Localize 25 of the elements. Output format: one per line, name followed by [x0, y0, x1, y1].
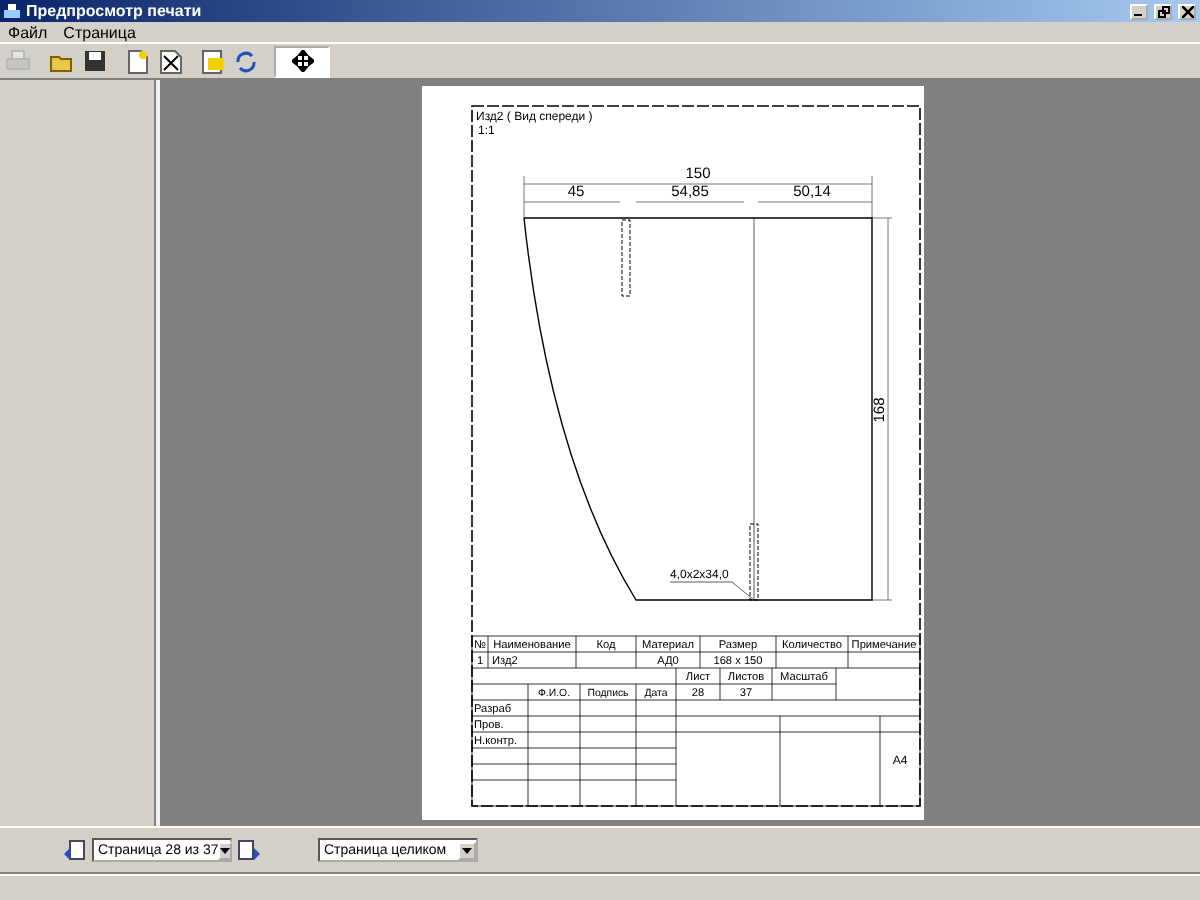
- restore-icon: [1157, 5, 1169, 17]
- toolbar-button[interactable]: [274, 45, 330, 77]
- folder-icon: [50, 51, 74, 71]
- leader-line: [668, 581, 754, 601]
- previous-page-icon[interactable]: [64, 839, 86, 861]
- page-setup-icon: [202, 49, 226, 73]
- dropdown-arrow-icon: [462, 847, 472, 853]
- hidden-hole: [620, 219, 630, 297]
- minimize-button[interactable]: [1130, 3, 1148, 19]
- move-arrows-icon: [291, 50, 313, 72]
- printer-icon: [6, 50, 30, 72]
- next-page-icon[interactable]: [238, 839, 260, 861]
- refresh-arrows-icon: [234, 49, 258, 73]
- menu-item[interactable]: Страница: [63, 23, 136, 41]
- printer-icon: [4, 3, 20, 19]
- menu-item[interactable]: Файл: [8, 23, 48, 41]
- restore-button[interactable]: [1154, 3, 1172, 19]
- close-button[interactable]: [1178, 3, 1196, 19]
- window-title: Предпросмотр печати: [26, 2, 204, 20]
- toolbar-button[interactable]: [154, 45, 186, 77]
- hidden-hole: [748, 523, 758, 601]
- page-cross-icon: [159, 49, 181, 73]
- page-icon: [128, 49, 148, 73]
- dropdown-arrow-icon: [220, 847, 231, 853]
- close-icon: [1181, 5, 1193, 17]
